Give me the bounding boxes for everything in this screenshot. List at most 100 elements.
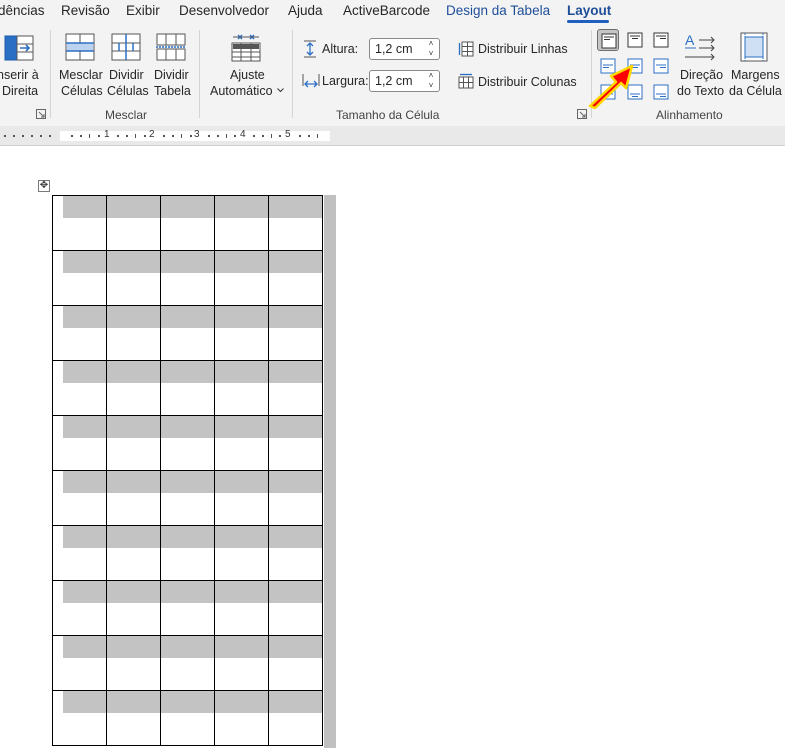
autofit-label-1: Ajuste	[230, 68, 265, 82]
table-cell[interactable]	[106, 690, 161, 746]
table-cell[interactable]	[52, 580, 107, 636]
table-cell[interactable]	[160, 195, 215, 251]
tab-layout[interactable]: Layout	[567, 3, 611, 18]
cell-shading-band	[269, 636, 322, 658]
spinner-arrows-icon[interactable]: ˄ ˅	[426, 39, 436, 59]
table-cell[interactable]	[214, 525, 269, 581]
cell-shading-band	[215, 416, 268, 438]
tab-table-design[interactable]: Design da Tabela	[446, 3, 550, 18]
table-cell[interactable]	[268, 690, 323, 746]
table-cell[interactable]	[106, 580, 161, 636]
cell-shading-band	[107, 581, 160, 603]
ruler-tick	[181, 134, 182, 138]
table-cell[interactable]	[268, 470, 323, 526]
tab-references[interactable]: dências	[0, 3, 45, 18]
cell-shading-band	[161, 416, 214, 438]
table-cell[interactable]	[268, 635, 323, 691]
align-top-left-button[interactable]	[597, 29, 619, 51]
split-cells-button[interactable]: Dividir Células	[105, 24, 149, 104]
table-cell[interactable]	[160, 580, 215, 636]
table-cell[interactable]	[214, 415, 269, 471]
height-spinner[interactable]: 1,2 cm ˄ ˅	[369, 38, 440, 60]
cell-shading-band	[215, 251, 268, 273]
table-row	[52, 525, 323, 581]
table-cell[interactable]	[106, 470, 161, 526]
tab-developer[interactable]: Desenvolvedor	[179, 3, 269, 18]
tab-view[interactable]: Exibir	[126, 3, 160, 18]
insert-right-button[interactable]: nserir à Direita	[0, 24, 46, 104]
cell-shading-band	[161, 526, 214, 548]
table-cell[interactable]	[160, 470, 215, 526]
table-cell[interactable]	[214, 470, 269, 526]
table-cell[interactable]	[268, 360, 323, 416]
table-cell[interactable]	[106, 305, 161, 361]
cell-shading-band	[161, 251, 214, 273]
table-cell[interactable]	[160, 415, 215, 471]
table-cell[interactable]	[214, 195, 269, 251]
table-cell[interactable]	[106, 360, 161, 416]
width-spinner[interactable]: 1,2 cm ˄ ˅	[369, 70, 440, 92]
table-cell[interactable]	[52, 415, 107, 471]
tab-activebarcode[interactable]: ActiveBarcode	[343, 3, 430, 18]
document-page[interactable]: ✥	[0, 147, 785, 753]
table-cell[interactable]	[160, 690, 215, 746]
height-value[interactable]: 1,2 cm	[375, 42, 413, 56]
table-cell[interactable]	[52, 525, 107, 581]
document-table[interactable]	[52, 195, 323, 746]
table-cell[interactable]	[160, 305, 215, 361]
table-cell[interactable]	[52, 690, 107, 746]
table-cell[interactable]	[214, 305, 269, 361]
text-direction-button[interactable]: A Direção do Texto	[676, 24, 726, 104]
table-cell[interactable]	[160, 360, 215, 416]
table-cell[interactable]	[268, 305, 323, 361]
table-cell[interactable]	[52, 195, 107, 251]
spinner-arrows-icon[interactable]: ˄ ˅	[426, 71, 436, 91]
table-cell[interactable]	[52, 250, 107, 306]
ruler-dot	[208, 135, 210, 137]
distribute-rows-button[interactable]: Distribuir Linhas	[456, 38, 574, 60]
table-cell[interactable]	[160, 250, 215, 306]
rows-columns-launcher-icon[interactable]	[36, 109, 46, 119]
table-cell[interactable]	[106, 195, 161, 251]
table-cell[interactable]	[214, 250, 269, 306]
table-cell[interactable]	[214, 360, 269, 416]
tab-help[interactable]: Ajuda	[288, 3, 323, 18]
table-cell[interactable]	[106, 250, 161, 306]
ruler-dot	[4, 135, 6, 137]
merge-cells-button[interactable]: Mesclar Células	[55, 24, 105, 104]
align-bottom-right-button[interactable]	[650, 81, 672, 103]
table-cell[interactable]	[268, 250, 323, 306]
table-move-handle-icon[interactable]: ✥	[38, 180, 50, 192]
table-cell[interactable]	[214, 580, 269, 636]
table-cell[interactable]	[160, 635, 215, 691]
align-top-right-button[interactable]	[650, 29, 672, 51]
table-cell[interactable]	[268, 525, 323, 581]
table-cell[interactable]	[268, 195, 323, 251]
table-cell[interactable]	[106, 635, 161, 691]
align-center-right-button[interactable]	[650, 55, 672, 77]
distribute-columns-button[interactable]: Distribuir Colunas	[456, 71, 578, 93]
tab-review[interactable]: Revisão	[61, 3, 110, 18]
horizontal-ruler[interactable]: 1 2 3 4 5	[0, 126, 785, 146]
split-table-button[interactable]: Dividir Tabela	[150, 24, 194, 104]
table-cell[interactable]	[160, 525, 215, 581]
table-cell[interactable]	[214, 690, 269, 746]
cell-shading-band	[107, 361, 160, 383]
table-cell[interactable]	[214, 635, 269, 691]
table-cell[interactable]	[268, 580, 323, 636]
table-cell[interactable]	[106, 525, 161, 581]
align-top-center-button[interactable]	[624, 29, 646, 51]
table-cell[interactable]	[268, 415, 323, 471]
table-cell[interactable]	[52, 470, 107, 526]
ruler-number: 2	[149, 129, 155, 140]
autofit-icon	[231, 34, 261, 62]
autofit-button[interactable]: Ajuste Automático	[205, 24, 287, 104]
table-cell[interactable]	[52, 360, 107, 416]
table-cell[interactable]	[106, 415, 161, 471]
cell-margins-button[interactable]: Margens da Célula	[728, 24, 785, 104]
width-value[interactable]: 1,2 cm	[375, 74, 413, 88]
table-cell[interactable]	[52, 305, 107, 361]
table-cell[interactable]	[52, 635, 107, 691]
cell-shading-band	[215, 471, 268, 493]
ruler-dot	[253, 135, 255, 137]
